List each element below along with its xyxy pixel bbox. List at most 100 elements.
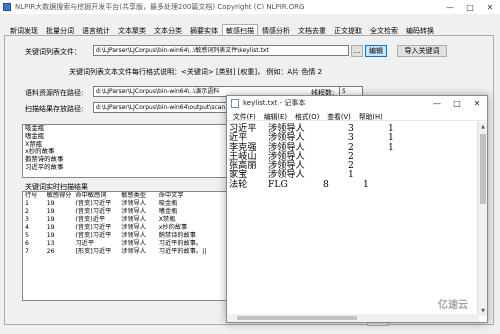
table-row[interactable]: 1 19 (音变)习近平 涉领导人 吸金瓶 [23,200,226,208]
weight: 3 [348,123,354,134]
cell-type: 涉领导人 [121,216,146,223]
notepad-minimize-icon[interactable]: — [427,99,447,108]
menu-file[interactable]: 文件(F) [229,110,260,121]
cell-hit-word: [形变]习近平 [75,248,112,255]
menu-format[interactable]: 格式(O) [291,110,323,121]
cell-hit-text: 习近平的故事。 [158,240,203,247]
flag: 1 [363,178,369,190]
cell-hit-text: 习近平的故事。|| [158,248,207,255]
table-row[interactable]: 3 19 (音变)近平 涉领导人 X禁瓶 [23,216,226,224]
col-header-hit-word[interactable]: 命中敏感词 [74,192,120,200]
notepad-icon [231,98,239,108]
cell-hit-word: (音变)习近平 [75,232,112,239]
weight: 8 [323,178,329,190]
notepad-menubar: 文件(F) 编辑(E) 格式(O) 查看(V) 帮助(H) [227,110,487,121]
table-row[interactable]: 4 19 (音变)习近平 涉领导人 x抄的故事 [23,224,226,232]
notepad-text-area[interactable]: 习近平 涉领导人 3 1 近平 涉领导人 3 1 李克强 涉领导人 2 1 王岐… [227,122,479,316]
cell-hit-word: (音变)近平 [75,216,106,223]
scroll-down-arrow-icon[interactable]: ▼ [478,306,488,316]
cell-score: 26 [46,248,55,255]
maximize-icon[interactable]: □ [460,3,480,12]
cell-hit-text: 吸金瓶 [158,200,178,207]
notepad-close-icon[interactable]: ✕ [467,99,487,108]
table-row[interactable]: 7 26 [形变]习近平 涉领导人 习近平的故事。|| [23,248,226,256]
cell-line: 6 [25,240,29,247]
col-header-score[interactable]: 敏感得分 [45,192,74,200]
cell-score: 19 [46,224,55,231]
col-header-line[interactable]: 行号 [23,192,45,200]
col-header-type[interactable]: 敏感类型 [119,192,157,200]
menu-view[interactable]: 查看(V) [323,110,355,121]
cell-hit-text: X禁瓶 [158,216,176,223]
weight: 2 [348,141,354,153]
list-item[interactable]: 吸金瓶 [23,125,226,133]
table-row[interactable]: 5 19 (音变)习近平 涉领导人 鹅禁诗的故事 [23,232,226,240]
cell-hit-text: x抄的故事 [158,224,188,231]
source-path-label: 语料资源所在路径: [25,89,84,97]
flag [388,152,408,161]
cell-line: 1 [25,200,29,207]
table-row[interactable]: 2 19 (音变)习近平 涉领导人 嗜金瓶 [23,208,226,216]
main-title: NLPIR大数据搜索与挖掘开发平台(共享版，最多处理200篇文档) Copyri… [15,3,305,11]
cell-type: 涉领导人 [121,208,146,215]
scroll-thumb[interactable] [480,134,486,204]
scroll-up-arrow-icon[interactable]: ▲ [478,122,488,132]
notepad-title: keylist.txt - 记事本 [243,99,306,107]
app-icon [3,3,11,11]
notepad-vertical-scrollbar[interactable]: ▲ ▼ [477,122,487,316]
cell-line: 4 [25,224,29,231]
cell-score: 19 [46,216,55,223]
weight: 2 [348,160,354,172]
cell-hit-text: 嗜金瓶 [158,208,178,215]
cell-type: 涉领导人 [121,224,146,231]
results-table: 行号 敏感得分 命中敏感词 敏感类型 命中文字 1 19 (音变)习近平 涉领导… [23,192,226,256]
cell-score: 19 [46,232,55,239]
list-item[interactable]: 嗜金瓶 [23,132,226,141]
results-header-row: 行号 敏感得分 命中敏感词 敏感类型 命中文字 [23,192,226,200]
cell-hit-word: 习近平 [75,240,95,247]
notepad-window-controls: — □ ✕ [427,99,487,108]
cell-hit-word: (音变)习近平 [75,200,112,207]
table-row[interactable]: 6 13 习近平 涉领导人 习近平的故事。 [23,240,226,248]
dict-file-label: 关键词列表文件： [25,48,81,56]
text-line: 法轮 FLG 8 1 [229,178,477,190]
notepad-horizontal-scrollbar[interactable] [227,314,479,322]
notepad-window: keylist.txt - 记事本 — □ ✕ 文件(F) 编辑(E) 格式(O… [226,95,488,323]
cell-type: 涉领导人 [121,232,146,239]
import-keywords-button[interactable]: 导入关键词 [397,45,447,57]
watermark-logo: 亿速云 [438,300,468,311]
format-hint: 关键词列表文本文件每行格式说明：<关键词> [类别] [权重]， 例如：A片 色… [69,68,323,76]
flag [388,170,408,179]
browse-dict-button[interactable]: ... [351,45,363,57]
cell-line: 2 [25,208,29,215]
keyword: 法轮 [229,178,248,190]
keyword-list-box[interactable]: 吸金瓶 嗜金瓶 X禁瓶 x抄的故事 鹅禁诗的故事 习近平的故事 [22,124,227,178]
cell-hit-word: (音变)习近平 [75,224,112,231]
output-path-label: 扫描结果存放路径: [25,105,84,113]
hscroll-thumb[interactable] [237,316,357,320]
cell-hit-word: (音变)习近平 [75,208,112,215]
cell-type: 涉领导人 [121,200,146,207]
cell-line: 5 [25,232,29,239]
cell-score: 19 [46,200,55,207]
main-window-controls: — □ ✕ [440,3,500,12]
cell-type: 涉领导人 [121,240,146,247]
dict-file-field[interactable]: d:\LJParser\LJCorpus\bin-win64\..\敏感词列表文… [93,45,349,56]
edit-button[interactable]: 编辑 [365,45,387,57]
cell-score: 13 [46,240,55,247]
flag: 1 [388,141,394,153]
menu-edit[interactable]: 编辑(E) [260,110,291,121]
main-titlebar: NLPIR大数据搜索与挖掘开发平台(共享版，最多处理200篇文档) Copyri… [0,0,500,14]
minimize-icon[interactable]: — [440,3,460,12]
menu-help[interactable]: 帮助(H) [355,110,387,121]
cell-type: 涉领导人 [121,248,146,255]
notepad-maximize-icon[interactable]: □ [447,99,467,108]
scan-results-grid[interactable]: 行号 敏感得分 命中敏感词 敏感类型 命中文字 1 19 (音变)习近平 涉领导… [22,191,227,301]
flag [388,161,408,170]
list-item[interactable]: 习近平的故事 [23,163,226,172]
weight: 2 [348,150,354,162]
close-icon[interactable]: ✕ [480,3,500,12]
cell-line: 7 [25,248,29,255]
col-header-hit-text[interactable]: 命中文字 [157,192,226,200]
cell-score: 19 [46,208,55,215]
